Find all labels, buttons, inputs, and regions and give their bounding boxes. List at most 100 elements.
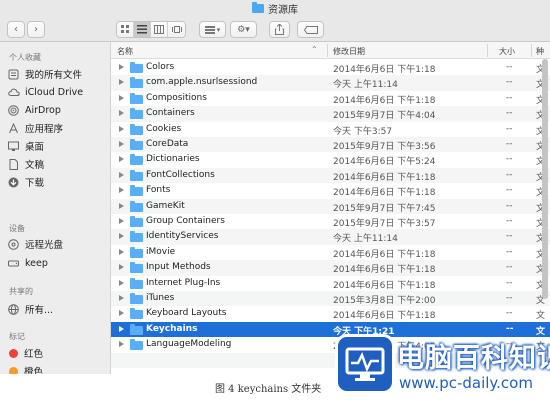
disclosure-triangle-icon[interactable] [119,110,124,117]
file-list: 名称 ⌃ 修改日期 大小 种 Colors 2014年6月6日 下午1:18 -- 文… [111,42,550,374]
folder-icon [130,62,143,73]
column-header-kind[interactable]: 种 [536,46,544,57]
column-view-button[interactable] [151,22,168,37]
downloads-icon [8,177,19,188]
disclosure-triangle-icon[interactable] [119,94,124,101]
disclosure-triangle-icon[interactable] [119,171,124,178]
table-row[interactable]: Cookies 今天 下午3:57 -- 文 [111,122,550,137]
file-name: Input Methods [146,262,211,273]
list-icon [137,25,147,34]
table-row[interactable]: Compositions 2014年6月6日 下午1:18 -- 文 [111,91,550,106]
sidebar-item-all-files[interactable]: 我的所有文件 [8,66,82,82]
grid-icon [120,25,129,33]
scrollbar-thumb[interactable] [542,59,548,299]
folder-icon [130,185,143,197]
gear-icon: ⚙▾ [237,24,250,35]
modified-date: 2015年9月7日 下午3:56 [333,142,436,152]
watermark: 电脑百科知识 www.pc-daily.com [335,326,550,400]
back-button[interactable]: ‹ [7,21,25,38]
desktop-icon [8,141,19,152]
list-view-button[interactable] [134,22,151,37]
vertical-scrollbar[interactable] [541,59,549,299]
sidebar-item-airdrop[interactable]: AirDrop [8,102,61,118]
disclosure-triangle-icon[interactable] [119,202,124,209]
sidebar-item-remote-disc[interactable]: 远程光盘 [8,236,63,252]
forward-button[interactable]: › [27,21,45,38]
disk-icon [8,258,19,269]
table-row[interactable]: com.apple.nsurlsessiond 今天 上午11:14 -- 文 [111,75,550,91]
table-row[interactable]: iTunes 2015年3月8日 下午2:00 -- 文 [111,291,550,307]
sidebar-item-downloads[interactable]: 下载 [8,174,44,190]
folder-icon [252,2,264,13]
documents-icon [8,158,19,170]
arrange-button[interactable]: ▾ [199,21,226,38]
table-row[interactable]: FontCollections 2014年6月6日 下午1:18 -- 文 [111,167,550,184]
file-name: com.apple.nsurlsessiond [146,77,258,88]
disclosure-triangle-icon[interactable] [119,310,124,317]
file-size: -- [506,200,513,211]
sidebar-item-documents[interactable]: 文稿 [8,156,44,172]
sidebar-item-icloud-drive[interactable]: iCloud Drive [8,84,83,100]
disclosure-triangle-icon[interactable] [119,325,124,332]
disclosure-triangle-icon[interactable] [119,141,124,147]
table-row[interactable]: GameKit 2015年9月7日 下午7:45 -- 文 [111,198,550,214]
all-files-icon [8,69,19,80]
column-header-name[interactable]: 名称 [117,46,133,57]
sidebar-item-label: 应用程序 [25,124,64,135]
column-header-date[interactable]: 修改日期 [333,46,365,57]
title-bar: 资源库 [0,0,550,17]
modified-date: 今天 上午11:14 [333,234,398,245]
folder-icon [130,154,143,166]
disclosure-triangle-icon[interactable] [119,156,124,163]
share-button[interactable] [269,21,290,38]
disclosure-triangle-icon[interactable] [119,264,124,271]
file-name: Containers [146,108,195,119]
table-row[interactable]: iMovie 2014年6月6日 下午1:18 -- 文 [111,245,550,260]
modified-date: 2015年9月7日 下午7:45 [333,203,436,214]
sidebar-heading-devices: 设备 [9,224,25,233]
disclosure-triangle-icon[interactable] [119,125,124,132]
edit-tags-button[interactable] [297,21,324,38]
table-row[interactable]: Input Methods 2014年6月6日 下午1:18 -- 文 [111,260,550,276]
disclosure-triangle-icon[interactable] [119,279,124,286]
tag-icon [303,25,318,34]
sidebar-item-keep[interactable]: keep [8,255,48,271]
sidebar-item-tag-red[interactable]: 红色 [8,345,43,361]
cover-flow-button[interactable] [168,22,185,37]
table-row[interactable]: Fonts 2014年6月6日 下午1:18 -- 文 [111,183,550,198]
caption-text: 图 4 keychains 文件夹 [215,384,322,395]
table-row[interactable]: Keyboard Layouts 2014年6月6日 下午1:18 -- 文 [111,306,550,321]
folder-icon [130,108,143,120]
file-name: Group Containers [146,216,225,226]
disclosure-triangle-icon[interactable] [119,233,124,240]
table-row[interactable]: Colors 2014年6月6日 下午1:18 -- 文 [111,60,550,75]
sidebar-item-tag-orange[interactable]: 橙色 [8,363,43,374]
table-row[interactable]: CoreData 2015年9月7日 下午3:56 -- 文 [111,137,550,153]
file-name: FontCollections [146,169,215,180]
modified-date: 2015年9月7日 下午3:57 [333,219,436,229]
disclosure-triangle-icon[interactable] [119,79,124,86]
disclosure-triangle-icon[interactable] [119,341,124,348]
sidebar-item-label: 桌面 [25,142,45,153]
disclosure-triangle-icon[interactable] [119,187,124,194]
network-icon [8,303,19,315]
table-row[interactable]: Internet Plug-Ins 2014年6月6日 下午1:18 -- 文 [111,276,550,291]
sidebar-item-applications[interactable]: 应用程序 [8,120,63,136]
disclosure-triangle-icon[interactable] [119,295,124,301]
disclosure-triangle-icon[interactable] [119,248,124,255]
table-row[interactable]: Containers 2015年9月7日 下午4:04 -- 文 [111,106,550,122]
table-row[interactable]: Dictionaries 2014年6月6日 下午5:24 -- 文 [111,152,550,167]
folder-icon [130,231,143,243]
folder-icon [130,139,143,150]
column-divider [487,44,488,57]
sidebar-item-desktop[interactable]: 桌面 [8,138,44,154]
sidebar-item-label: 所有... [25,305,54,316]
action-button[interactable]: ⚙▾ [230,21,257,38]
disclosure-triangle-icon[interactable] [119,218,124,224]
table-row[interactable]: Group Containers 2015年9月7日 下午3:57 -- 文 [111,214,550,229]
sidebar-item-all-shared[interactable]: 所有... [8,301,53,317]
table-row[interactable]: IdentityServices 今天 上午11:14 -- 文 [111,229,550,245]
disclosure-triangle-icon[interactable] [119,64,124,70]
icon-view-button[interactable] [117,22,134,37]
column-header-size[interactable]: 大小 [499,46,515,57]
